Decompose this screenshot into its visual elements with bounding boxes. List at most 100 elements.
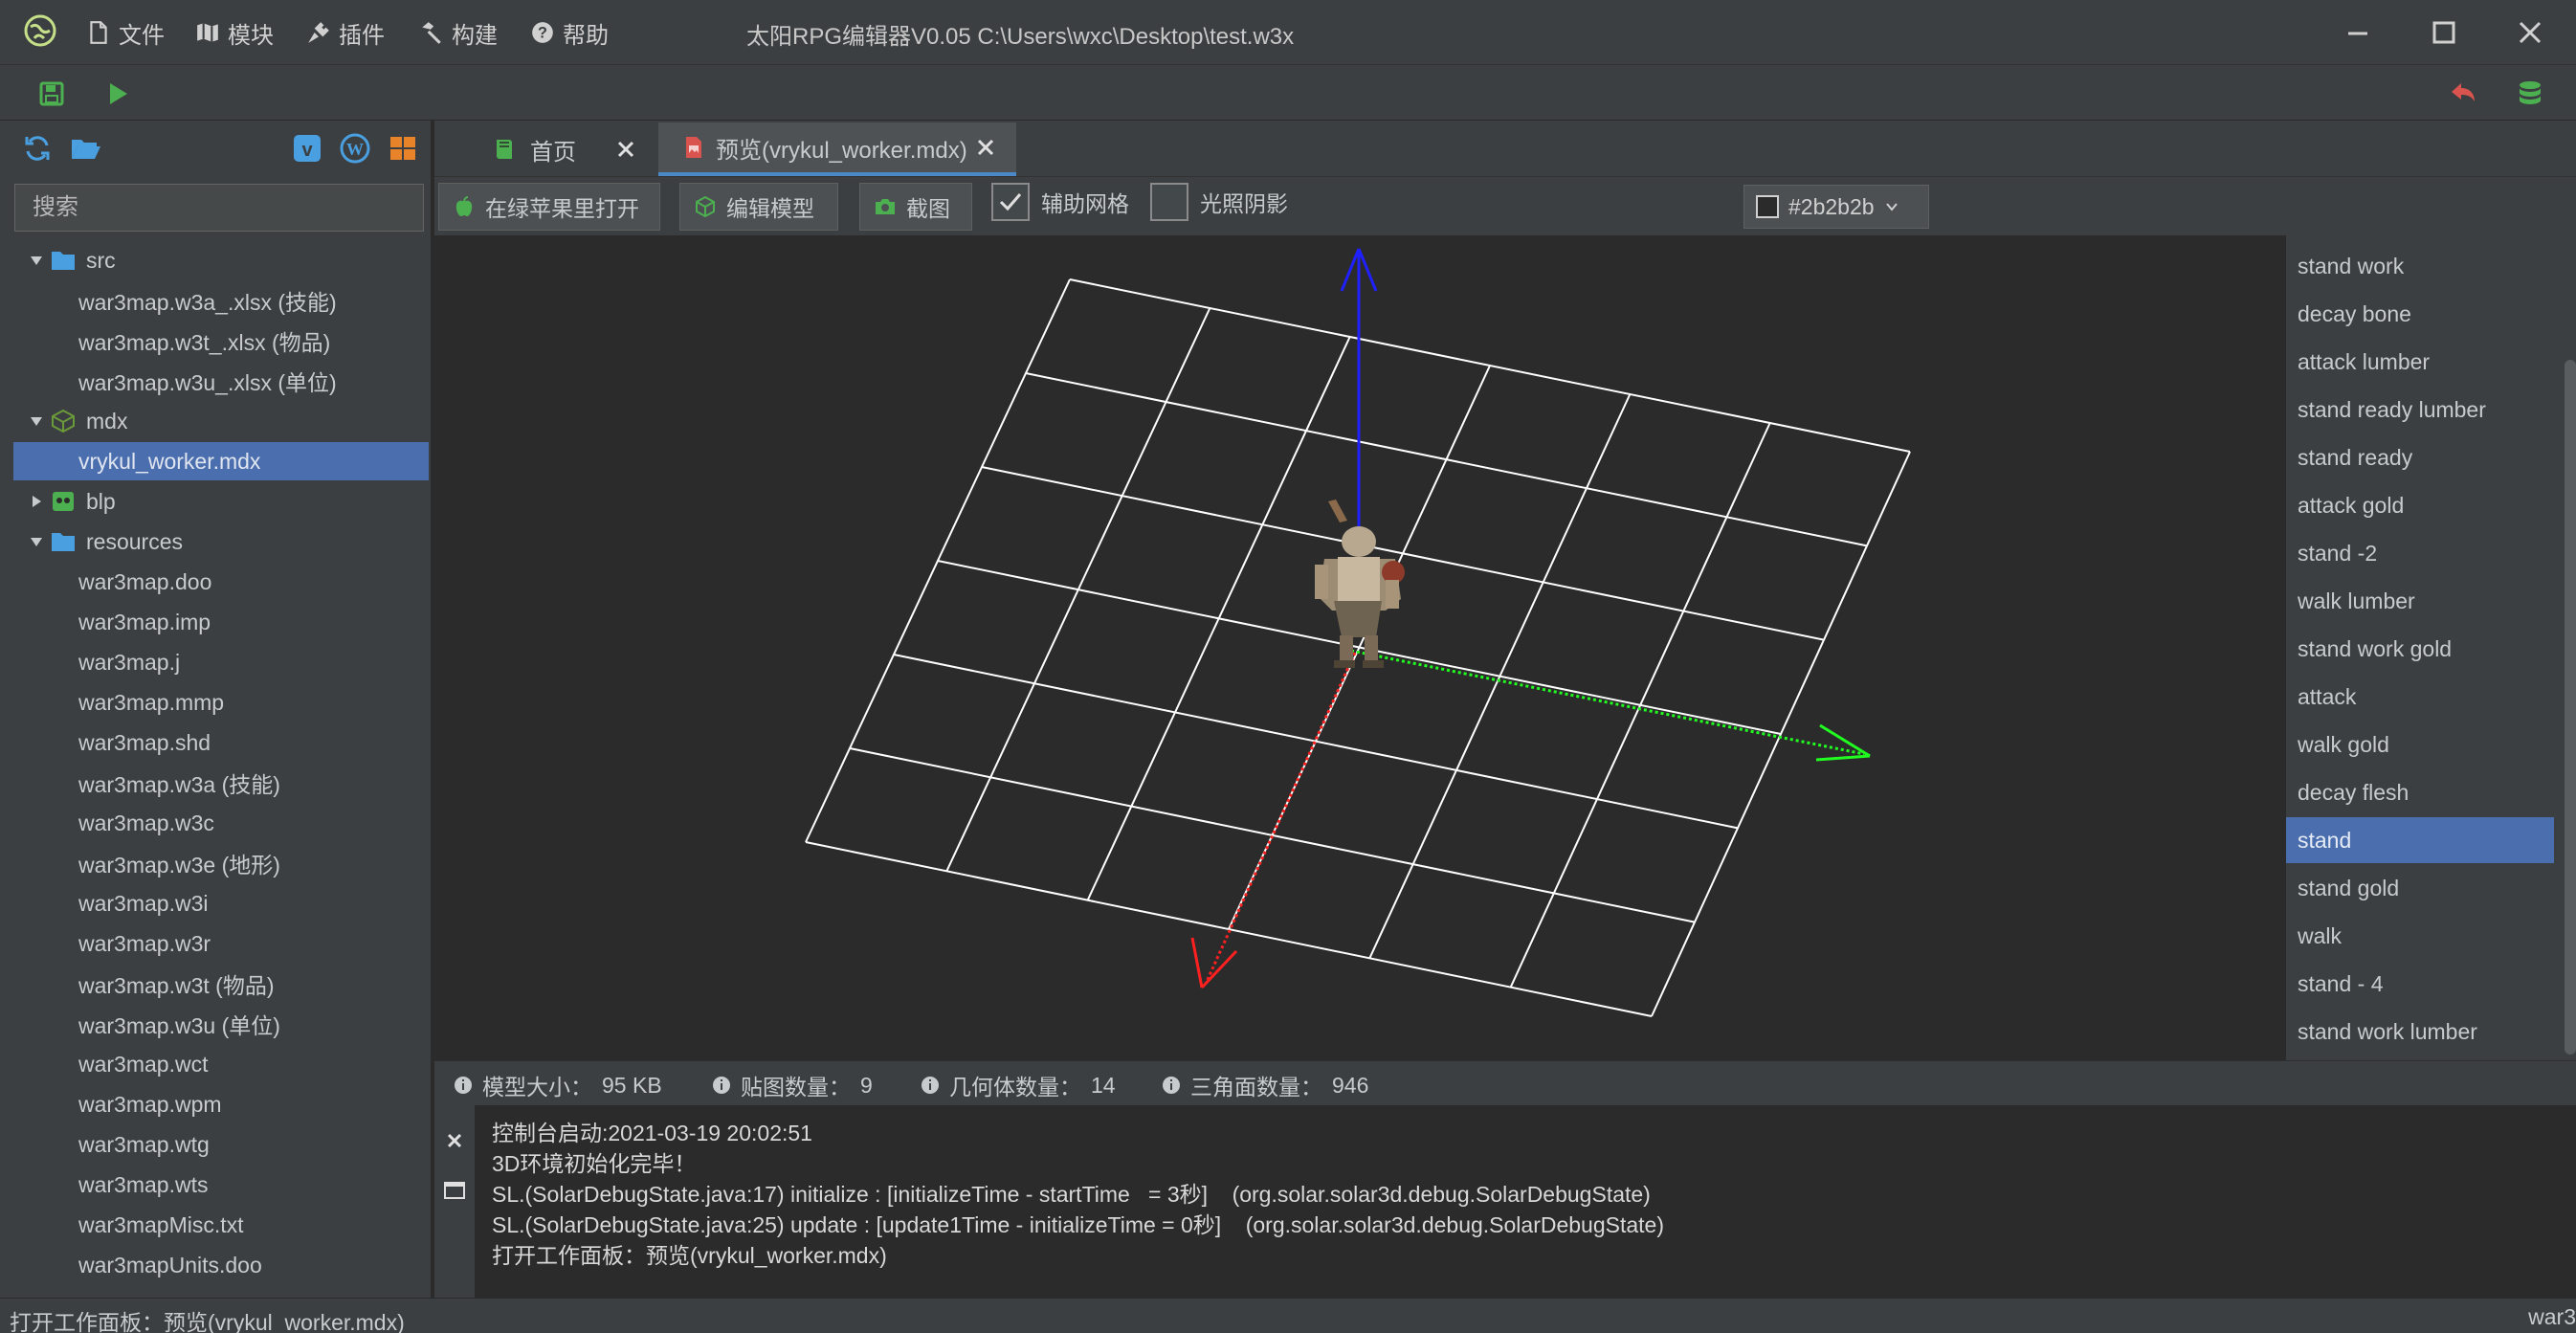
animation-item[interactable]: stand -2 xyxy=(2286,530,2554,576)
animation-item[interactable]: decay flesh xyxy=(2286,769,2554,815)
tree-item-file[interactable]: war3map.w3r xyxy=(13,924,429,963)
tree-item-file[interactable]: war3map.wtg xyxy=(13,1125,429,1164)
grid-checkbox-box[interactable] xyxy=(991,183,1030,221)
screenshot-button[interactable]: 截图 xyxy=(859,183,972,231)
animation-item[interactable]: walk gold xyxy=(2286,722,2554,767)
menu-help[interactable]: ? 帮助 xyxy=(530,15,609,50)
background-color-picker[interactable]: #2b2b2b xyxy=(1743,185,1929,229)
animation-item[interactable]: walk lumber xyxy=(2286,578,2554,624)
menu-module[interactable]: 模块 xyxy=(195,15,274,50)
menu-build-label: 构建 xyxy=(452,22,498,49)
vimeo-button[interactable]: v xyxy=(291,132,323,165)
tree-item-file[interactable]: war3map.wct xyxy=(13,1045,429,1083)
wordpress-button[interactable]: W xyxy=(339,132,371,165)
expanded-arrow-icon[interactable] xyxy=(23,411,50,431)
console-line: SL.(SolarDebugState.java:17) initialize … xyxy=(492,1182,1651,1207)
tree-item-file[interactable]: war3map.w3u_.xlsx (单位) xyxy=(13,362,429,400)
tab-preview-close-button[interactable] xyxy=(974,136,997,159)
animation-item[interactable]: stand work gold xyxy=(2286,626,2554,672)
tree-item-folder[interactable]: resources xyxy=(13,522,429,561)
axis-z xyxy=(1340,248,1378,551)
tab-preview[interactable]: 预览(vrykul_worker.mdx) xyxy=(658,122,1016,176)
search-input[interactable] xyxy=(14,184,424,232)
tree-item-file[interactable]: war3map.w3t_.xlsx (物品) xyxy=(13,322,429,360)
tree-item-file[interactable]: war3map.w3a_.xlsx (技能) xyxy=(13,281,429,320)
tree-item-file[interactable]: war3map.imp xyxy=(13,603,429,641)
animation-list-scrollbar[interactable] xyxy=(2565,360,2576,1055)
tree-item-file[interactable]: war3map.doo xyxy=(13,563,429,601)
animation-item[interactable]: walk xyxy=(2286,913,2554,959)
chevron-down-icon xyxy=(1884,194,1899,220)
tree-item-folder[interactable]: mdx xyxy=(13,402,429,440)
animation-item[interactable]: attack lumber xyxy=(2286,339,2554,385)
console-clear-button[interactable] xyxy=(442,1128,467,1153)
tree-item-file[interactable]: war3map.w3u (单位) xyxy=(13,1005,429,1043)
model-viewport[interactable] xyxy=(434,235,2285,1060)
tree-item-file[interactable]: war3map.w3e (地形) xyxy=(13,844,429,882)
animation-item[interactable]: stand ready xyxy=(2286,434,2554,480)
undo-button[interactable] xyxy=(2446,77,2480,111)
refresh-icon xyxy=(25,136,50,161)
tree-item-file[interactable]: war3mapUnits.doo xyxy=(13,1246,429,1284)
animation-item[interactable]: stand work xyxy=(2286,243,2554,289)
grid-line xyxy=(849,747,1696,923)
windows-button[interactable] xyxy=(387,132,419,165)
animation-item[interactable]: stand work lumber xyxy=(2286,1009,2554,1055)
shadow-checkbox-label: 光照阴影 xyxy=(1200,191,1288,216)
camera-icon xyxy=(876,199,895,214)
minimize-button[interactable] xyxy=(2339,13,2377,52)
tree-item-file[interactable]: war3map.wpm xyxy=(13,1085,429,1123)
tree-item-file[interactable]: war3map.j xyxy=(13,643,429,681)
expanded-arrow-icon[interactable] xyxy=(23,532,50,551)
console-window-button[interactable] xyxy=(442,1178,467,1203)
animation-item[interactable]: stand gold xyxy=(2286,865,2554,911)
tab-home-close-button[interactable] xyxy=(614,138,637,161)
expanded-arrow-icon[interactable] xyxy=(23,251,50,270)
tree-item-folder[interactable]: blp xyxy=(13,482,429,521)
stat-texture-count-label: 贴图数量： xyxy=(741,1075,851,1100)
refresh-button[interactable] xyxy=(21,132,54,165)
tree-item-file[interactable]: war3map.mmp xyxy=(13,683,429,722)
tree-item-file[interactable]: war3mapMisc.txt xyxy=(13,1206,429,1244)
menu-file[interactable]: 文件 xyxy=(86,15,165,50)
animation-item[interactable]: stand ready lumber xyxy=(2286,387,2554,433)
maximize-button[interactable] xyxy=(2425,13,2463,52)
collapsed-arrow-icon[interactable] xyxy=(23,492,50,511)
animation-item[interactable]: stand - 4 xyxy=(2286,961,2554,1007)
stat-triangle-count: 三角面数量： 946 xyxy=(1162,1069,1368,1101)
animation-item[interactable]: attack xyxy=(2286,674,2554,720)
checkmark-icon xyxy=(999,193,1022,211)
cube-icon xyxy=(50,409,78,433)
tree-item-label: war3map.w3a_.xlsx (技能) xyxy=(78,290,337,315)
open-folder-button[interactable] xyxy=(69,132,101,165)
animation-item[interactable]: attack gold xyxy=(2286,482,2554,528)
open-in-apple-button[interactable]: 在绿苹果里打开 xyxy=(438,183,660,231)
tree-item-file[interactable]: vrykul_worker.mdx xyxy=(13,442,429,480)
database-icon xyxy=(2520,81,2541,104)
tab-home[interactable]: 首页 xyxy=(434,122,655,176)
tree-item-file[interactable]: war3map.w3c xyxy=(13,804,429,842)
database-button[interactable] xyxy=(2513,77,2547,111)
tree-item-file[interactable]: war3map.shd xyxy=(13,723,429,762)
tree-item-label: war3map.imp xyxy=(78,609,211,634)
color-picker-value: #2b2b2b xyxy=(1788,193,1875,219)
tree-item-label: src xyxy=(86,247,116,273)
grid-checkbox[interactable]: 辅助网格 xyxy=(991,183,1129,221)
tree-item-file[interactable]: war3map.w3i xyxy=(13,884,429,922)
shadow-checkbox-box[interactable] xyxy=(1150,183,1188,221)
tree-item-file[interactable]: war3map.w3t (物品) xyxy=(13,965,429,1003)
scene-canvas[interactable] xyxy=(434,235,2285,1060)
edit-model-button[interactable]: 编辑模型 xyxy=(679,183,838,231)
shadow-checkbox[interactable]: 光照阴影 xyxy=(1150,183,1288,221)
save-button[interactable] xyxy=(34,77,69,111)
animation-item[interactable]: decay bone xyxy=(2286,291,2554,337)
animation-item[interactable]: stand xyxy=(2286,817,2554,863)
menu-plugin[interactable]: 插件 xyxy=(306,15,385,50)
info-icon xyxy=(922,1077,939,1094)
tree-item-folder[interactable]: src xyxy=(13,241,429,279)
close-button[interactable] xyxy=(2511,13,2549,52)
menu-build[interactable]: 构建 xyxy=(419,15,498,50)
tree-item-file[interactable]: war3map.w3a (技能) xyxy=(13,764,429,802)
tree-item-file[interactable]: war3map.wts xyxy=(13,1166,429,1204)
run-button[interactable] xyxy=(100,77,134,111)
